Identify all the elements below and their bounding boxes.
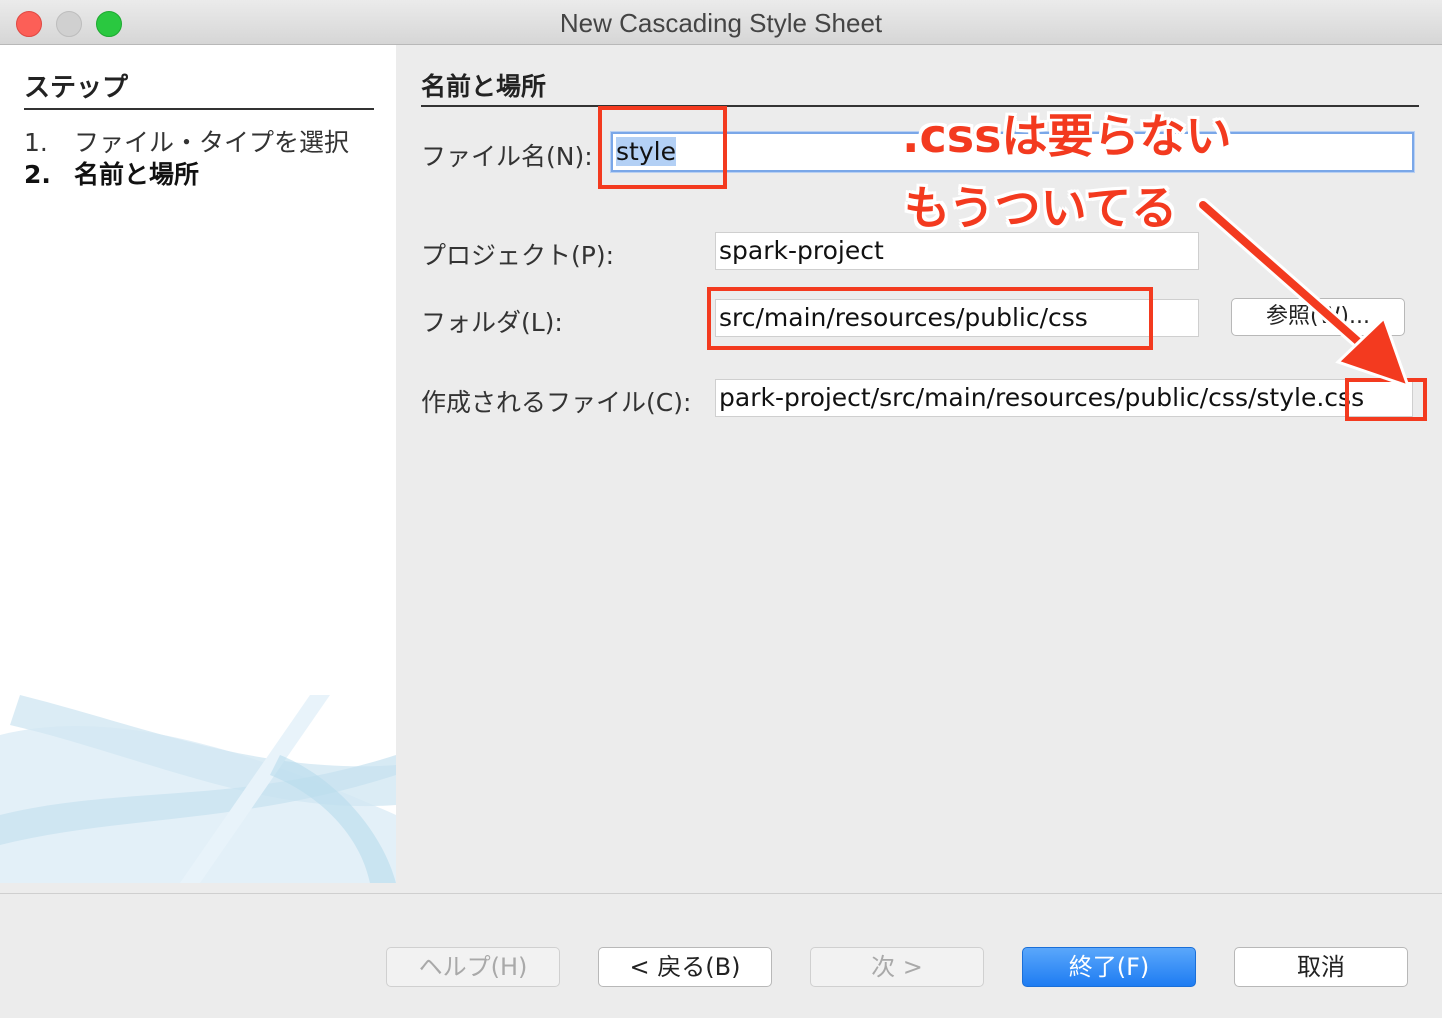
step-number: 1. (24, 128, 48, 157)
steps-title: ステップ (24, 67, 374, 110)
project-label: プロジェクト(P): (421, 241, 615, 270)
step-label: ファイル・タイプを選択 (74, 128, 350, 157)
cancel-button[interactable]: 取消 (1234, 947, 1408, 987)
window-title: New Cascading Style Sheet (559, 8, 883, 38)
step-number: 2. (24, 160, 51, 189)
steps-panel: ステップ 1. ファイル・タイプを選択 2. 名前と場所 (0, 45, 396, 883)
finish-button[interactable]: 終了(F) (1022, 947, 1196, 987)
next-button[interactable]: 次 > (810, 947, 984, 987)
annotation-already-attached: もうついてる (904, 181, 1178, 235)
step-item-2: 2. 名前と場所 (24, 155, 199, 191)
back-button[interactable]: < 戻る(B) (598, 947, 772, 987)
filename-label: ファイル名(N): (421, 142, 593, 171)
step-label: 名前と場所 (74, 160, 200, 189)
folder-label: フォルダ(L): (421, 308, 563, 337)
decorative-swoosh-graphic (0, 695, 396, 883)
filename-selected-text: style (616, 137, 676, 166)
browse-button[interactable]: 参照(W)... (1231, 298, 1405, 336)
name-location-form: 名前と場所 ファイル名(N): style プロジェクト(P): spark-p… (397, 45, 1442, 883)
created-file-label: 作成されるファイル(C): (421, 388, 692, 417)
created-file-field: park-project/src/main/resources/public/c… (715, 379, 1413, 417)
title-bar: New Cascading Style Sheet (0, 0, 1442, 45)
annotation-no-css-needed: .cssは要らない (902, 109, 1232, 163)
help-button[interactable]: ヘルプ(H) (386, 947, 560, 987)
folder-field: src/main/resources/public/css (715, 299, 1199, 337)
step-item-1: 1. ファイル・タイプを選択 (24, 123, 349, 159)
footer-divider (0, 893, 1442, 894)
